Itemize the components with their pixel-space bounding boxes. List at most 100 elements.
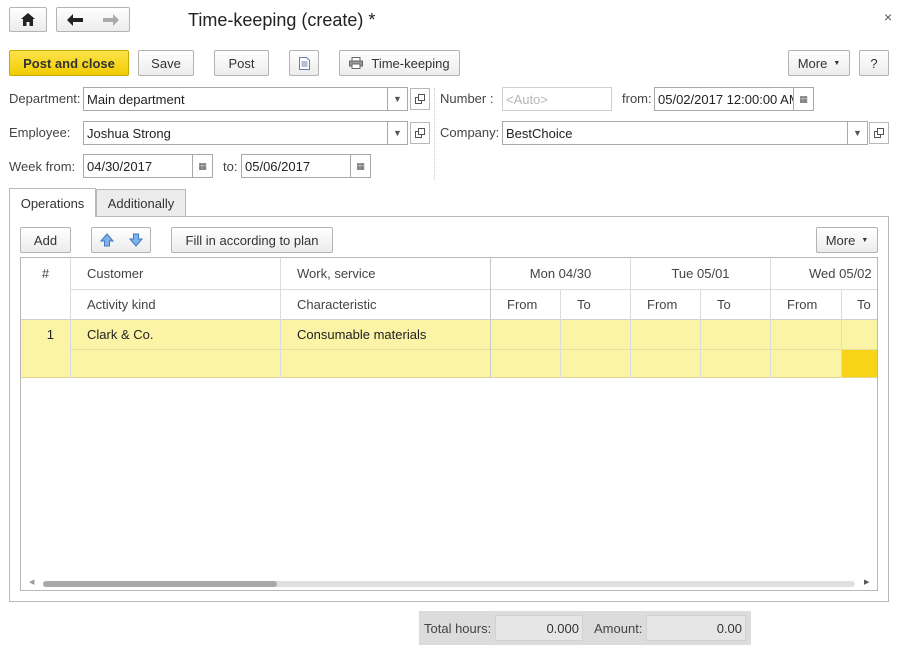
open-department-button[interactable]	[410, 88, 430, 110]
col-header-customer[interactable]: Customer	[87, 258, 143, 289]
tab-additionally[interactable]: Additionally	[96, 189, 186, 217]
horizontal-scrollbar[interactable]: ◀ ▶	[21, 578, 877, 590]
window-title: Time-keeping (create) *	[188, 10, 376, 30]
scroll-right-icon[interactable]: ▶	[864, 578, 869, 586]
week-from-label: Week from:	[9, 159, 76, 174]
col-header-characteristic[interactable]: Characteristic	[297, 289, 376, 319]
dropdown-icon[interactable]: ▼	[847, 122, 867, 144]
col-header-wed-to[interactable]: To	[857, 289, 871, 319]
number-field[interactable]: <Auto>	[502, 87, 612, 111]
week-to-field[interactable]: 05/06/2017 ▦	[241, 154, 371, 178]
save-button[interactable]: Save	[138, 50, 194, 76]
header-divider	[71, 289, 877, 290]
chevron-down-icon: ▼	[833, 59, 841, 67]
amount-label: Amount:	[594, 621, 643, 636]
tab-additionally-label: Additionally	[107, 196, 175, 211]
week-from-value: 04/30/2017	[87, 158, 153, 174]
company-label: Company:	[440, 125, 500, 140]
week-to-value: 05/06/2017	[245, 158, 311, 174]
row-divider	[71, 349, 877, 350]
col-header-tue[interactable]: Tue 05/01	[631, 258, 770, 289]
col-divider	[70, 258, 71, 378]
col-header-activity[interactable]: Activity kind	[87, 289, 156, 319]
print-button-label: Time-keeping	[371, 55, 450, 71]
more-button[interactable]: More ▼	[788, 50, 850, 76]
post-button[interactable]: Post	[214, 50, 269, 76]
date-field[interactable]: 05/02/2017 12:00:00 AM ▦	[654, 87, 814, 111]
employee-field[interactable]: Joshua Strong ▼	[83, 121, 408, 145]
document-icon	[298, 56, 310, 70]
col-header-wed[interactable]: Wed 05/02	[809, 258, 872, 289]
col-divider	[770, 258, 771, 378]
department-label: Department:	[9, 91, 81, 106]
home-icon	[21, 13, 35, 26]
col-header-number[interactable]: #	[21, 258, 70, 289]
document-button[interactable]	[289, 50, 319, 76]
column-separator	[434, 88, 435, 180]
open-employee-button[interactable]	[410, 122, 430, 144]
table-more-label: More	[825, 232, 856, 248]
forward-arrow-icon[interactable]	[103, 13, 119, 26]
open-icon	[874, 128, 884, 138]
move-down-icon[interactable]	[128, 233, 143, 247]
close-icon[interactable]: ×	[884, 9, 892, 25]
open-icon	[415, 128, 425, 138]
help-button[interactable]: ?	[859, 50, 889, 76]
col-divider	[280, 258, 281, 378]
add-row-button[interactable]: Add	[20, 227, 71, 253]
tab-operations-label: Operations	[20, 195, 85, 211]
col-divider	[560, 289, 561, 378]
scrollbar-thumb[interactable]	[43, 581, 277, 587]
back-arrow-icon[interactable]	[67, 13, 83, 26]
tab-operations[interactable]: Operations	[9, 188, 96, 217]
row-number: 1	[46, 327, 54, 342]
from-label: from:	[622, 91, 652, 106]
col-header-wed-from[interactable]: From	[787, 289, 817, 319]
amount-value: 0.00	[646, 615, 746, 641]
week-from-field[interactable]: 04/30/2017 ▦	[83, 154, 213, 178]
nav-group	[56, 7, 130, 32]
printer-icon	[349, 57, 364, 69]
to-label: to:	[223, 159, 238, 174]
fill-according-to-plan-button[interactable]: Fill in according to plan	[171, 227, 333, 253]
calendar-icon[interactable]: ▦	[192, 155, 212, 177]
calendar-icon[interactable]: ▦	[793, 88, 813, 110]
dropdown-icon[interactable]: ▼	[387, 88, 407, 110]
department-field[interactable]: Main department ▼	[83, 87, 408, 111]
company-field[interactable]: BestChoice ▼	[502, 121, 868, 145]
dropdown-icon[interactable]: ▼	[387, 122, 407, 144]
home-button[interactable]	[9, 7, 47, 32]
move-buttons	[91, 227, 151, 253]
total-hours-value: 0.000	[495, 615, 583, 641]
customer-cell[interactable]: Clark & Co.	[87, 320, 153, 349]
scroll-left-icon[interactable]: ◀	[29, 578, 34, 586]
number-placeholder: <Auto>	[506, 91, 548, 107]
open-company-button[interactable]	[869, 122, 889, 144]
col-header-tue-to[interactable]: To	[717, 289, 731, 319]
row-bottom	[21, 377, 877, 378]
col-header-tue-from[interactable]: From	[647, 289, 677, 319]
more-button-label: More	[797, 55, 828, 71]
table-more-button[interactable]: More ▼	[816, 227, 878, 253]
move-up-icon[interactable]	[99, 233, 114, 247]
col-header-mon-from[interactable]: From	[507, 289, 537, 319]
col-divider	[841, 289, 842, 378]
total-hours-label: Total hours:	[424, 621, 492, 636]
employee-value: Joshua Strong	[87, 125, 171, 141]
print-time-keeping-button[interactable]: Time-keeping	[339, 50, 460, 76]
operations-table[interactable]: # Customer Work, service Mon 04/30 Tue 0…	[20, 257, 878, 591]
col-header-mon[interactable]: Mon 04/30	[491, 258, 630, 289]
employee-label: Employee:	[9, 125, 71, 140]
post-and-close-button[interactable]: Post and close	[9, 50, 129, 76]
company-value: BestChoice	[506, 125, 573, 141]
col-header-mon-to[interactable]: To	[577, 289, 591, 319]
col-header-work[interactable]: Work, service	[297, 258, 376, 289]
department-value: Main department	[87, 91, 185, 107]
calendar-icon[interactable]: ▦	[350, 155, 370, 177]
active-cell[interactable]	[842, 350, 877, 377]
work-cell[interactable]: Consumable materials	[297, 320, 426, 349]
date-value: 05/02/2017 12:00:00 AM	[658, 91, 800, 107]
chevron-down-icon: ▼	[861, 236, 869, 244]
open-icon	[415, 94, 425, 104]
col-divider	[700, 289, 701, 378]
